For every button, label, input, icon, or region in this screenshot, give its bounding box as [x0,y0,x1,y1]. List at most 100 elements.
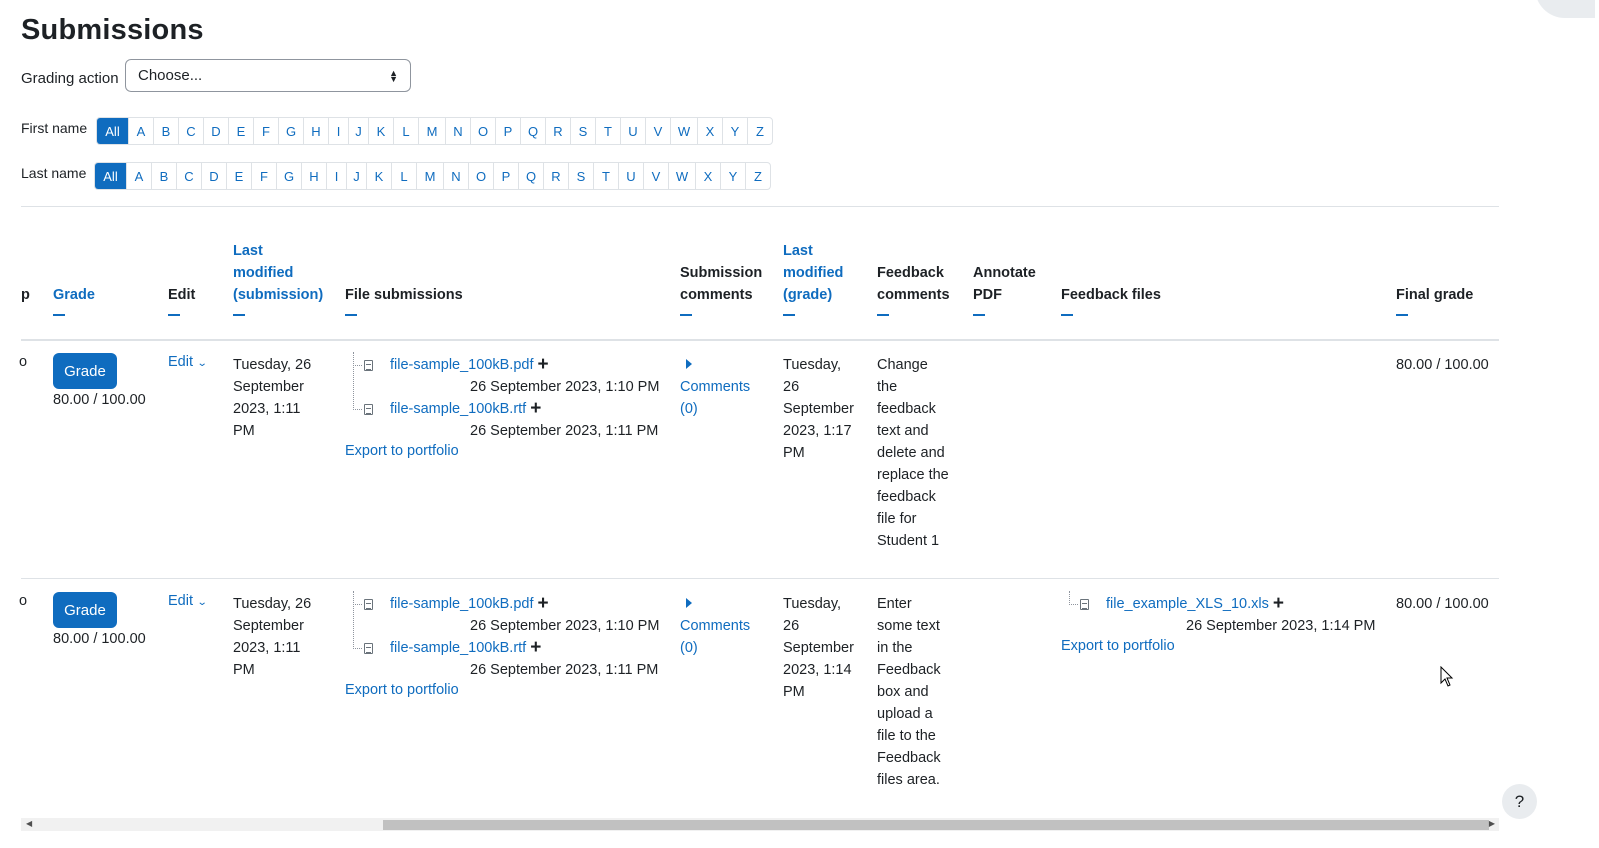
last-modified-grade-header[interactable]: Last modified (grade) [783,240,843,316]
pdf-file-icon [364,599,373,610]
initial-x[interactable]: X [695,163,720,189]
initial-all[interactable]: All [97,118,128,144]
initial-l[interactable]: L [391,163,416,189]
initial-n[interactable]: N [443,163,468,189]
final-grade-value: 80.00 / 100.00 [1396,596,1489,612]
scroll-left-icon[interactable]: ◀ [26,819,32,828]
initial-a[interactable]: A [128,118,153,144]
file-submissions-tree: file-sample_100kB.pdf + 26 September 2023… [345,591,665,681]
initial-h[interactable]: H [303,118,328,144]
export-to-portfolio-link[interactable]: Export to portfolio [345,443,459,459]
initial-x[interactable]: X [697,118,722,144]
initial-e[interactable]: E [228,118,253,144]
grade-button[interactable]: Grade [53,592,117,628]
grade-column-header[interactable]: Grade [53,284,95,316]
initial-r[interactable]: R [543,163,568,189]
collapse-column-icon[interactable] [1061,314,1073,316]
initial-u[interactable]: U [618,163,643,189]
initial-t[interactable]: T [595,118,620,144]
collapse-column-icon[interactable] [168,314,180,316]
initial-y[interactable]: Y [720,163,745,189]
partial-cell: o [19,354,28,370]
plus-icon[interactable]: + [537,354,548,375]
scrollbar-thumb[interactable] [383,820,1489,830]
initial-m[interactable]: M [418,118,445,144]
initial-s[interactable]: S [570,118,595,144]
initial-r[interactable]: R [545,118,570,144]
collapse-column-icon[interactable] [233,314,245,316]
initial-d[interactable]: D [201,163,226,189]
edit-menu[interactable]: Edit ⌄ [168,354,208,370]
initial-o[interactable]: O [470,118,495,144]
initial-o[interactable]: O [468,163,493,189]
initial-u[interactable]: U [620,118,645,144]
last-modified-submission-header[interactable]: Last modified (submission) [233,240,323,316]
initial-i[interactable]: I [328,118,348,144]
collapse-column-icon[interactable] [345,314,357,316]
grading-action-select[interactable]: Choose... ▲ ▼ [125,59,411,92]
initial-w[interactable]: W [668,163,695,189]
collapse-column-icon[interactable] [680,314,692,316]
grade-value: 80.00 / 100.00 [53,392,146,408]
initial-m[interactable]: M [416,163,443,189]
initial-f[interactable]: F [253,118,278,144]
file-link[interactable]: file-sample_100kB.rtf + [390,398,541,420]
help-button[interactable]: ? [1502,784,1537,819]
initial-p[interactable]: P [495,118,520,144]
comments-toggle[interactable]: Comments (0) [680,354,750,420]
edit-menu[interactable]: Edit ⌄ [168,593,208,609]
grade-button[interactable]: Grade [53,353,117,389]
horizontal-scrollbar[interactable]: ◀ ▶ [21,818,1499,831]
export-to-portfolio-link[interactable]: Export to portfolio [345,682,459,698]
initial-q[interactable]: Q [518,163,543,189]
grading-action-label: Grading action [21,70,119,87]
initial-q[interactable]: Q [520,118,545,144]
file-link[interactable]: file-sample_100kB.pdf + [390,354,549,376]
collapse-column-icon[interactable] [783,314,795,316]
collapse-column-icon[interactable] [1396,314,1408,316]
initial-z[interactable]: Z [747,118,772,144]
initial-e[interactable]: E [226,163,251,189]
file-link[interactable]: file-sample_100kB.rtf + [390,637,541,659]
initial-j[interactable]: J [346,163,366,189]
initial-f[interactable]: F [251,163,276,189]
initial-k[interactable]: K [366,163,391,189]
initial-p[interactable]: P [493,163,518,189]
initial-b[interactable]: B [151,163,176,189]
initial-l[interactable]: L [393,118,418,144]
collapse-column-icon[interactable] [877,314,889,316]
file-link[interactable]: file-sample_100kB.pdf + [390,593,549,615]
scroll-right-icon[interactable]: ▶ [1489,819,1495,828]
initial-y[interactable]: Y [722,118,747,144]
initial-n[interactable]: N [445,118,470,144]
initial-h[interactable]: H [301,163,326,189]
initial-g[interactable]: G [276,163,301,189]
user-menu-corner[interactable] [1535,0,1595,18]
initial-i[interactable]: I [326,163,346,189]
initial-a[interactable]: A [126,163,151,189]
plus-icon[interactable]: + [537,593,548,614]
initial-v[interactable]: V [643,163,668,189]
initial-k[interactable]: K [368,118,393,144]
feedback-files-tree: file_example_XLS_10.xls + 26 September 20… [1061,591,1381,637]
initial-b[interactable]: B [153,118,178,144]
initial-c[interactable]: C [176,163,201,189]
plus-icon[interactable]: + [1273,593,1284,614]
initial-s[interactable]: S [568,163,593,189]
collapse-column-icon[interactable] [973,314,985,316]
comments-toggle[interactable]: Comments (0) [680,593,750,659]
file-link[interactable]: file_example_XLS_10.xls + [1106,593,1284,615]
plus-icon[interactable]: + [530,398,541,419]
initial-t[interactable]: T [593,163,618,189]
initial-all[interactable]: All [95,163,126,189]
initial-c[interactable]: C [178,118,203,144]
plus-icon[interactable]: + [530,637,541,658]
collapse-column-icon[interactable] [53,314,65,316]
initial-d[interactable]: D [203,118,228,144]
initial-v[interactable]: V [645,118,670,144]
initial-g[interactable]: G [278,118,303,144]
initial-j[interactable]: J [348,118,368,144]
initial-w[interactable]: W [670,118,697,144]
export-to-portfolio-link[interactable]: Export to portfolio [1061,638,1175,654]
initial-z[interactable]: Z [745,163,770,189]
